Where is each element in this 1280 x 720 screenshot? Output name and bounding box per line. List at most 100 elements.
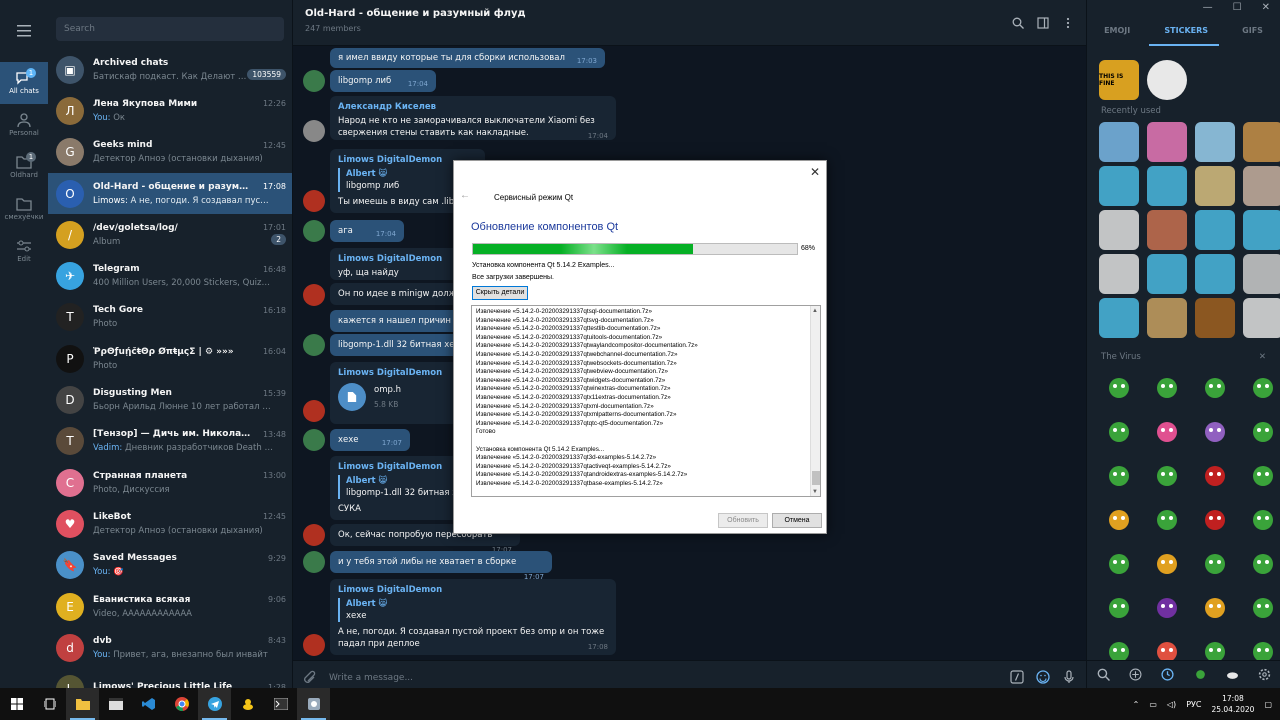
taskbar-chrome[interactable] — [165, 688, 198, 720]
sticker[interactable] — [1243, 588, 1280, 628]
avatar[interactable] — [303, 524, 325, 546]
avatar[interactable] — [303, 220, 325, 242]
chat-item[interactable]: 🔖 Saved Messages 9:29 You: 🎯 — [48, 545, 292, 586]
sticker[interactable] — [1099, 254, 1139, 294]
chat-item[interactable]: ▣ Archived chats Батискаф подкаст. Как Д… — [48, 49, 292, 90]
sticker[interactable] — [1147, 166, 1187, 206]
close-section-icon[interactable]: ✕ — [1259, 352, 1266, 362]
chevron-up-icon[interactable]: ⌃ — [1133, 700, 1140, 709]
tab-emoji[interactable]: EMOJI — [1104, 26, 1130, 35]
close-icon[interactable]: ✕ — [810, 165, 820, 179]
message-bubble[interactable]: и у тебя этой либы не хватает в сборке 17… — [330, 551, 552, 581]
taskbar-vscode[interactable] — [132, 688, 165, 720]
back-arrow-icon[interactable]: ← — [460, 190, 470, 201]
sticker[interactable] — [1195, 412, 1235, 452]
avatar[interactable] — [303, 120, 325, 142]
scrollbar[interactable]: ▲ ▼ — [810, 306, 820, 496]
sticker[interactable] — [1147, 412, 1187, 452]
chat-item[interactable]: Л Лена Якупова Мими 12:26 You: Ок — [48, 90, 292, 131]
scroll-thumb[interactable] — [812, 471, 820, 485]
chat-item[interactable]: L Limows' Precious Little Life1:28 — [48, 668, 292, 688]
avatar[interactable] — [303, 284, 325, 306]
scroll-up-icon[interactable]: ▲ — [812, 308, 818, 314]
chat-item[interactable]: / /dev/goletsa/log/17:01 Album 2 — [48, 214, 292, 255]
hide-details-button[interactable]: Скрыть детали — [472, 286, 528, 300]
attach-icon[interactable] — [303, 670, 317, 686]
sticker[interactable] — [1099, 298, 1139, 338]
sticker[interactable]: THIS IS FINE — [1099, 60, 1139, 100]
sticker[interactable] — [1243, 298, 1280, 338]
message-bubble[interactable]: ага 17:04 — [330, 220, 404, 242]
sticker[interactable] — [1147, 298, 1187, 338]
chat-item[interactable]: G Geeks mind 12:45 Детектор Апноэ (остано… — [48, 132, 292, 173]
sticker[interactable] — [1099, 456, 1139, 496]
sticker[interactable] — [1099, 544, 1139, 584]
taskbar-app-duck[interactable] — [231, 688, 264, 720]
sticker[interactable] — [1147, 254, 1187, 294]
avatar[interactable] — [303, 70, 325, 92]
notifications-icon[interactable]: ▢ — [1264, 700, 1272, 709]
chat-item[interactable]: ♥ LikeBot 12:45 Детектор Апноэ (остановки… — [48, 503, 292, 544]
sticker[interactable] — [1243, 210, 1280, 250]
language-indicator[interactable]: РУС — [1186, 700, 1201, 709]
folder-memes[interactable]: смехуёчки — [0, 188, 48, 230]
message-bubble[interactable]: Александр Киселев Народ не кто не замора… — [330, 96, 616, 140]
sticker[interactable] — [1099, 500, 1139, 540]
sticker[interactable] — [1195, 298, 1235, 338]
chat-item[interactable]: ✈ Telegram 16:48 400 Million Users, 20,00… — [48, 255, 292, 296]
sticker[interactable] — [1195, 544, 1235, 584]
sticker[interactable] — [1243, 368, 1280, 408]
message-bubble[interactable]: я имел ввиду которые ты для сборки испол… — [330, 48, 605, 68]
sticker[interactable] — [1243, 166, 1280, 206]
folder-all-chats[interactable]: 1 All chats — [0, 62, 48, 104]
sticker[interactable] — [1147, 60, 1187, 100]
message-bubble[interactable]: libgomp либ 17:04 — [330, 70, 436, 92]
reply-quote[interactable]: Albert 😸 хехе — [338, 598, 608, 622]
cancel-button[interactable]: Отмена — [772, 513, 822, 528]
sticker[interactable] — [1243, 544, 1280, 584]
menu-button[interactable] — [0, 0, 48, 62]
message-bubble[interactable]: Limows DigitalDemon Albert 😸 хехе А не, … — [330, 579, 616, 655]
start-button[interactable] — [0, 688, 33, 720]
sticker[interactable] — [1099, 412, 1139, 452]
chat-item[interactable]: С Странная планета 13:00 Photo, Дискуссия — [48, 462, 292, 503]
search-input[interactable]: Search — [56, 17, 284, 41]
scroll-down-icon[interactable]: ▼ — [812, 489, 818, 495]
sticker[interactable] — [1099, 368, 1139, 408]
sticker[interactable] — [1195, 456, 1235, 496]
tab-stickers[interactable]: STICKERS — [1164, 26, 1208, 35]
avatar[interactable] — [303, 634, 325, 656]
avatar[interactable] — [303, 400, 325, 422]
chat-item[interactable]: Е Еванистика всякая 9:06 Video, ААААААААА… — [48, 586, 292, 627]
sticker[interactable] — [1195, 166, 1235, 206]
search-icon[interactable] — [1012, 17, 1024, 29]
emoji-icon[interactable] — [1036, 670, 1050, 684]
avatar[interactable] — [303, 190, 325, 212]
sticker[interactable] — [1195, 588, 1235, 628]
folder-oldhard[interactable]: 1 Oldhard — [0, 146, 48, 188]
more-icon[interactable] — [1062, 17, 1074, 29]
sticker[interactable] — [1147, 500, 1187, 540]
sticker[interactable] — [1147, 122, 1187, 162]
sticker[interactable] — [1195, 368, 1235, 408]
sticker[interactable] — [1243, 456, 1280, 496]
cloud-set-icon[interactable] — [1226, 668, 1239, 681]
sticker[interactable] — [1147, 368, 1187, 408]
sticker[interactable] — [1195, 254, 1235, 294]
microphone-icon[interactable] — [1062, 670, 1076, 684]
chat-header[interactable]: Old-Hard - общение и разумный флуд 247 m… — [293, 0, 1086, 46]
sticker[interactable] — [1243, 122, 1280, 162]
message-input[interactable]: Write a message... — [329, 673, 413, 683]
chat-item[interactable]: d dvb 8:43 You: Привет, ага, внезапно был… — [48, 627, 292, 668]
folder-personal[interactable]: Personal — [0, 104, 48, 146]
avatar[interactable] — [303, 551, 325, 573]
search-icon[interactable] — [1097, 668, 1110, 681]
update-button[interactable]: Обновить — [718, 513, 768, 528]
sticker[interactable] — [1099, 122, 1139, 162]
sticker[interactable] — [1147, 456, 1187, 496]
sidebar-toggle-icon[interactable] — [1037, 17, 1049, 29]
clock[interactable]: 17:08 25.04.2020 — [1211, 693, 1254, 715]
chat-item[interactable]: T Tech Gore 16:18 Photo — [48, 297, 292, 338]
chat-item[interactable]: Т [Тензор] — Дичь им. Николаева ... 13:48… — [48, 421, 292, 462]
recent-icon[interactable] — [1161, 668, 1174, 681]
